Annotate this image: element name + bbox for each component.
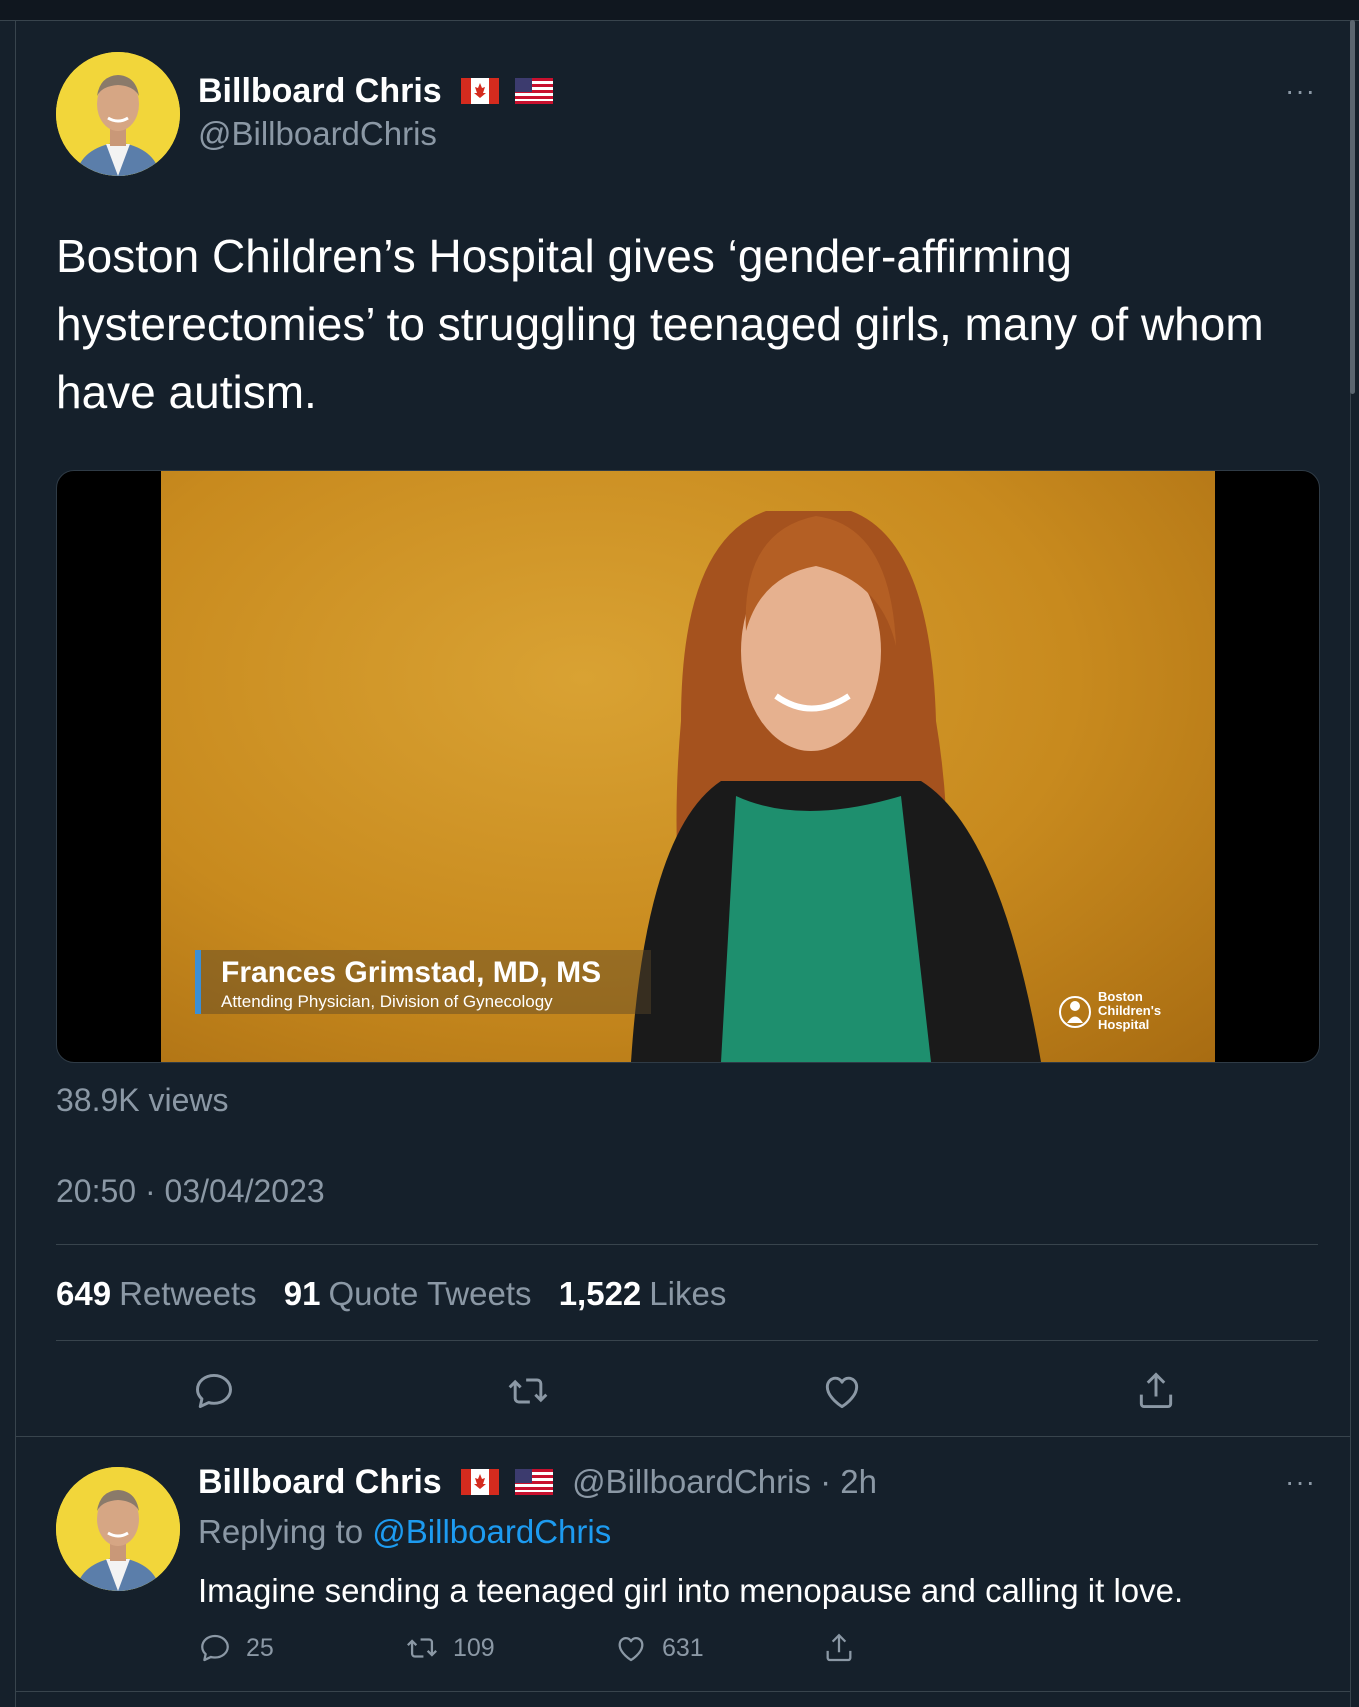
canada-flag-icon xyxy=(461,74,500,113)
reply-share-button[interactable] xyxy=(822,1631,856,1665)
lower-third-title: Attending Physician, Division of Gynecol… xyxy=(221,992,553,1011)
retweet-count: 109 xyxy=(453,1633,495,1662)
reply-text: Imagine sending a teenaged girl into men… xyxy=(198,1572,1184,1609)
column-border-left xyxy=(15,20,16,1707)
author-name[interactable]: Billboard Chris xyxy=(198,72,442,110)
tweet-timestamp[interactable]: 20:50 · 03/04/2023 xyxy=(56,1173,325,1210)
more-icon[interactable]: ··· xyxy=(1285,75,1316,107)
share-icon xyxy=(826,1633,852,1662)
like-count: 631 xyxy=(662,1633,704,1662)
retweet-icon xyxy=(407,1638,437,1658)
like-icon xyxy=(825,1376,859,1409)
share-icon xyxy=(1139,1372,1173,1409)
engagement-stats: 649 Retweets 91 Quote Tweets 1,522 Likes xyxy=(56,1275,744,1313)
retweet-button[interactable] xyxy=(506,1369,550,1413)
us-flag-icon xyxy=(514,1465,553,1504)
lower-third-name: Frances Grimstad, MD, MS xyxy=(221,956,602,989)
view-count: 38.9K views xyxy=(56,1082,229,1118)
reply-button[interactable] xyxy=(192,1369,236,1413)
lower-third: Frances Grimstad, MD, MS Attending Physi… xyxy=(195,950,651,1014)
replying-to-handle[interactable]: @BillboardChris xyxy=(372,1513,611,1550)
divider xyxy=(15,1436,1350,1437)
author-handle[interactable]: @BillboardChris xyxy=(198,115,437,153)
reply-icon xyxy=(196,1373,232,1409)
like-button[interactable] xyxy=(820,1369,864,1413)
us-flag-icon xyxy=(514,74,553,113)
author-name-row[interactable]: Billboard Chris xyxy=(198,72,553,113)
hospital-logo: Boston Children's Hospital xyxy=(1058,988,1178,1038)
divider xyxy=(56,1340,1318,1341)
scrollbar[interactable] xyxy=(1350,20,1355,394)
tweet-video[interactable]: Frances Grimstad, MD, MS Attending Physi… xyxy=(56,470,1320,1063)
divider xyxy=(56,1244,1318,1245)
reply-count: 25 xyxy=(246,1633,274,1662)
reply-handle-time[interactable]: @BillboardChris · 2h xyxy=(572,1463,877,1500)
reply-author-avatar[interactable] xyxy=(56,1467,180,1591)
reply-reply-button[interactable]: 25 xyxy=(198,1631,274,1665)
hospital-logo-text: Boston Children's Hospital xyxy=(1098,989,1162,1032)
top-bar xyxy=(0,0,1359,21)
retweets-stat[interactable]: 649 Retweets xyxy=(56,1275,275,1312)
reply-author-name[interactable]: Billboard Chris xyxy=(198,1463,442,1501)
retweet-icon xyxy=(508,1378,548,1404)
quotes-stat[interactable]: 91 Quote Tweets xyxy=(284,1275,550,1312)
like-icon xyxy=(618,1636,644,1662)
reply-icon xyxy=(201,1634,229,1662)
reply-retweet-button[interactable]: 109 xyxy=(405,1631,495,1665)
tweet-text: Boston Children’s Hospital gives ‘gender… xyxy=(56,230,1264,418)
likes-stat[interactable]: 1,522 Likes xyxy=(559,1275,745,1312)
more-icon[interactable]: ··· xyxy=(1285,1466,1316,1498)
share-button[interactable] xyxy=(1134,1369,1178,1413)
reply-author-row[interactable]: Billboard Chris @BillboardChris · 2h xyxy=(198,1463,877,1504)
replying-to: Replying to @BillboardChris xyxy=(198,1513,612,1550)
hospital-logo-icon xyxy=(1059,996,1091,1028)
author-avatar[interactable] xyxy=(56,52,180,176)
divider xyxy=(15,1691,1350,1692)
reply-like-button[interactable]: 631 xyxy=(614,1631,704,1665)
canada-flag-icon xyxy=(461,1465,500,1504)
video-frame: Frances Grimstad, MD, MS Attending Physi… xyxy=(161,471,1215,1062)
